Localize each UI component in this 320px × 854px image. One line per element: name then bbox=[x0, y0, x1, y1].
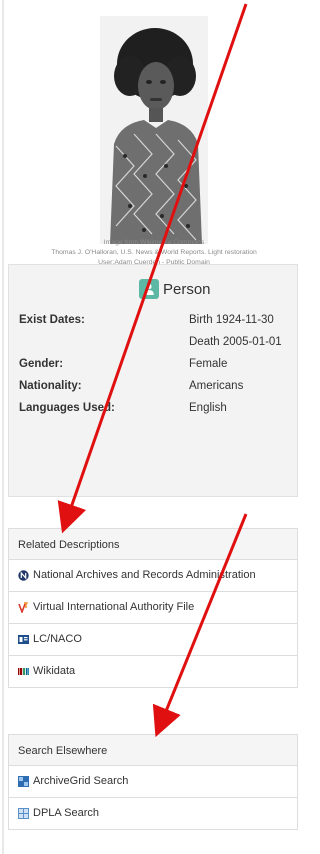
fact-row-exist-dates: Exist Dates: Birth 1924-11-30 bbox=[9, 311, 297, 333]
caption-line-2: Thomas J. O'Halloran, U.S. News & World … bbox=[51, 249, 257, 256]
left-border bbox=[2, 0, 4, 854]
nara-icon bbox=[18, 570, 29, 581]
search-elsewhere-header: Search Elsewhere bbox=[8, 734, 298, 766]
page: Image from Wikimedia Commons Thomas J. O… bbox=[0, 0, 308, 854]
related-item-viaf[interactable]: Virtual International Authority File bbox=[8, 592, 298, 624]
related-descriptions-title: Related Descriptions bbox=[18, 539, 120, 551]
fact-row-nationality: Nationality: Americans bbox=[9, 377, 297, 399]
fact-value: English bbox=[189, 402, 227, 414]
related-item-lc-naco[interactable]: LC/NACO bbox=[8, 624, 298, 656]
fact-value: Birth 1924-11-30 bbox=[189, 314, 274, 326]
fact-value: Death 2005-01-01 bbox=[189, 336, 282, 348]
related-item-label: Virtual International Authority File bbox=[33, 601, 195, 613]
search-elsewhere-title: Search Elsewhere bbox=[18, 745, 108, 757]
related-item-label: Wikidata bbox=[33, 665, 76, 677]
fact-label: Exist Dates: bbox=[19, 314, 85, 326]
search-item-label: DPLA Search bbox=[33, 807, 100, 819]
wikidata-icon bbox=[18, 668, 29, 675]
fact-row-gender: Gender: Female bbox=[9, 355, 297, 377]
fact-label: Languages Used: bbox=[19, 402, 115, 414]
related-item-wikidata[interactable]: Wikidata bbox=[8, 656, 298, 688]
fact-value: Americans bbox=[189, 380, 244, 392]
fact-row-languages: Languages Used: English bbox=[9, 399, 297, 421]
portrait-image[interactable] bbox=[100, 16, 208, 244]
archivegrid-icon bbox=[18, 776, 29, 787]
related-item-label: National Archives and Records Administra… bbox=[33, 569, 256, 581]
search-item-archivegrid[interactable]: ArchiveGrid Search bbox=[8, 766, 298, 798]
search-item-dpla[interactable]: DPLA Search bbox=[8, 798, 298, 830]
portrait-photo bbox=[100, 16, 208, 244]
dpla-icon bbox=[18, 808, 29, 819]
related-item-label: LC/NACO bbox=[33, 633, 82, 645]
person-header: Person bbox=[9, 265, 297, 311]
person-panel: Person Exist Dates: Birth 1924-11-30 Dea… bbox=[8, 264, 298, 497]
caption-line-1: Image from Wikimedia Commons bbox=[103, 239, 205, 246]
fact-label: Gender: bbox=[19, 358, 64, 370]
viaf-icon bbox=[18, 602, 28, 613]
search-item-label: ArchiveGrid Search bbox=[33, 775, 129, 787]
related-item-nara[interactable]: National Archives and Records Administra… bbox=[8, 560, 298, 592]
person-title: Person bbox=[163, 281, 211, 298]
lc-naco-icon bbox=[18, 635, 29, 644]
fact-row-death: Death 2005-01-01 bbox=[9, 333, 297, 355]
related-descriptions-header: Related Descriptions bbox=[8, 528, 298, 560]
fact-label: Nationality: bbox=[19, 380, 82, 392]
person-icon bbox=[139, 279, 159, 299]
fact-value: Female bbox=[189, 358, 228, 370]
